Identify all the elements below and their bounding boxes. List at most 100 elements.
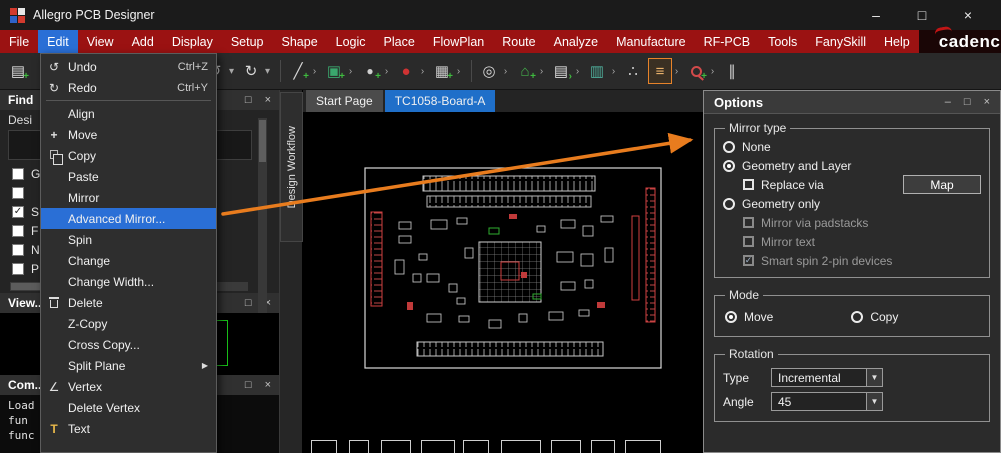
tab-start-page[interactable]: Start Page <box>306 90 383 112</box>
place-component-chevron-icon[interactable]: › <box>346 66 355 77</box>
export-data-icon[interactable]: ▤› <box>549 58 573 84</box>
menu-logic[interactable]: Logic <box>327 30 375 53</box>
mode-copy-radio[interactable] <box>851 311 863 323</box>
menu-item-align[interactable]: Align <box>41 103 216 124</box>
rotation-angle-select[interactable]: 45 ▼ <box>771 392 883 411</box>
color-visibility-icon[interactable]: ◎ <box>477 58 501 84</box>
find-checkbox[interactable] <box>12 244 24 256</box>
footprint-thumbnail[interactable] <box>551 440 581 453</box>
footprint-thumbnail[interactable] <box>591 440 615 453</box>
menu-item-advanced-mirror[interactable]: Advanced Mirror... <box>41 208 216 229</box>
menu-display[interactable]: Display <box>163 30 222 53</box>
mirror-geometry-layer-radio[interactable] <box>723 160 735 172</box>
menu-item-split-plane[interactable]: Split Plane ▶ <box>41 355 216 376</box>
menu-item-redo[interactable]: ↻ Redo Ctrl+Y <box>41 77 216 98</box>
find-close-icon[interactable]: × <box>265 94 271 106</box>
measure-highlight-chevron-icon[interactable]: › <box>672 66 681 77</box>
new-design-icon[interactable]: ▤+ <box>6 58 30 84</box>
command-close-icon[interactable]: × <box>265 379 271 391</box>
route-connect-icon[interactable]: ●+ <box>358 58 382 84</box>
menu-flowplan[interactable]: FlowPlan <box>424 30 493 53</box>
find-checkbox[interactable] <box>12 225 24 237</box>
menu-item-delete-vertex[interactable]: Delete Vertex <box>41 397 216 418</box>
ratsnest-icon[interactable]: ● <box>394 58 418 84</box>
minimize-icon[interactable]: – <box>853 0 899 30</box>
menu-rf-pcb[interactable]: RF-PCB <box>695 30 760 53</box>
close-icon[interactable]: × <box>945 0 991 30</box>
reports-chevron-icon[interactable]: › <box>609 66 618 77</box>
ratsnest-chevron-icon[interactable]: › <box>418 66 427 77</box>
mirror-text-checkbox[interactable] <box>743 236 754 247</box>
menu-item-mirror[interactable]: Mirror <box>41 187 216 208</box>
probe-pins-icon[interactable]: ∥ <box>720 58 744 84</box>
rotation-type-select[interactable]: Incremental ▼ <box>771 368 883 387</box>
menu-edit[interactable]: Edit <box>38 30 78 53</box>
redo-icon[interactable]: ↻ <box>239 58 263 84</box>
menu-item-vertex[interactable]: ∠ Vertex <box>41 376 216 397</box>
find-checkbox-checked[interactable]: ✓ <box>12 206 24 218</box>
view-float-icon[interactable]: □ <box>245 297 252 309</box>
replace-via-checkbox[interactable] <box>743 179 754 190</box>
footprint-thumbnail[interactable] <box>311 440 337 453</box>
design-workflow-tab[interactable]: Design Workflow <box>280 92 303 242</box>
footprint-thumbnail[interactable] <box>349 440 369 453</box>
mirror-none-radio[interactable] <box>723 141 735 153</box>
footprint-thumbnail[interactable] <box>463 440 489 453</box>
menu-item-move[interactable]: + Move <box>41 124 216 145</box>
zoom-selection-icon[interactable]: + <box>684 58 708 84</box>
menu-analyze[interactable]: Analyze <box>545 30 607 53</box>
find-checkbox[interactable] <box>12 168 24 180</box>
map-button[interactable]: Map <box>903 175 981 194</box>
menu-item-change[interactable]: Change <box>41 250 216 271</box>
grid-toggle-icon[interactable]: ▦+ <box>430 58 454 84</box>
menu-item-cross-copy[interactable]: Cross Copy... <box>41 334 216 355</box>
redo-dropdown-icon[interactable]: ▾ <box>263 66 272 77</box>
menu-item-paste[interactable]: Paste <box>41 166 216 187</box>
tab-board-design[interactable]: TC1058-Board-A <box>385 90 496 112</box>
pcb-canvas[interactable] <box>303 112 703 453</box>
add-connect-line-chevron-icon[interactable]: › <box>310 66 319 77</box>
mirror-geometry-only-radio[interactable] <box>723 198 735 210</box>
menu-file[interactable]: File <box>0 30 38 53</box>
menu-place[interactable]: Place <box>375 30 424 53</box>
menu-view[interactable]: View <box>78 30 123 53</box>
footprint-thumbnail[interactable] <box>421 440 455 453</box>
menu-shape[interactable]: Shape <box>273 30 327 53</box>
export-data-chevron-icon[interactable]: › <box>573 66 582 77</box>
menu-item-delete[interactable]: Delete <box>41 292 216 313</box>
menu-add[interactable]: Add <box>123 30 163 53</box>
scrollbar-thumb[interactable] <box>259 120 266 162</box>
measure-highlight-icon[interactable]: ≡ <box>648 58 672 84</box>
net-connectivity-icon[interactable]: ∴ <box>621 58 645 84</box>
add-shape-chevron-icon[interactable]: › <box>537 66 546 77</box>
menu-manufacture[interactable]: Manufacture <box>607 30 694 53</box>
menu-setup[interactable]: Setup <box>222 30 273 53</box>
undo-dropdown-icon[interactable]: ▾ <box>227 66 236 77</box>
footprint-thumbnail[interactable] <box>501 440 541 453</box>
maximize-icon[interactable]: □ <box>899 0 945 30</box>
route-connect-chevron-icon[interactable]: › <box>382 66 391 77</box>
menu-item-copy[interactable]: Copy <box>41 145 216 166</box>
chevron-down-icon[interactable]: ▼ <box>866 369 882 386</box>
options-float-icon[interactable]: □ <box>964 96 971 108</box>
menu-item-change-width[interactable]: Change Width... <box>41 271 216 292</box>
options-minimize-icon[interactable]: – <box>945 96 951 108</box>
mirror-via-padstacks-checkbox[interactable] <box>743 217 754 228</box>
find-checkbox[interactable] <box>12 263 24 275</box>
color-visibility-chevron-icon[interactable]: › <box>501 66 510 77</box>
menu-tools[interactable]: Tools <box>759 30 806 53</box>
footprint-thumbnail[interactable] <box>381 440 411 453</box>
add-connect-line-icon[interactable]: ╱+ <box>286 58 310 84</box>
zoom-selection-chevron-icon[interactable]: › <box>708 66 717 77</box>
menu-item-spin[interactable]: Spin <box>41 229 216 250</box>
find-float-icon[interactable]: □ <box>245 94 252 106</box>
find-checkbox[interactable] <box>12 187 24 199</box>
menu-item-z-copy[interactable]: Z-Copy <box>41 313 216 334</box>
menu-item-undo[interactable]: ↺ Undo Ctrl+Z <box>41 56 216 77</box>
menu-help[interactable]: Help <box>875 30 919 53</box>
reports-icon[interactable]: ▥ <box>585 58 609 84</box>
footprint-thumbnail[interactable] <box>625 440 661 453</box>
menu-route[interactable]: Route <box>493 30 544 53</box>
chevron-down-icon[interactable]: ▼ <box>866 393 882 410</box>
mode-move-radio[interactable] <box>725 311 737 323</box>
